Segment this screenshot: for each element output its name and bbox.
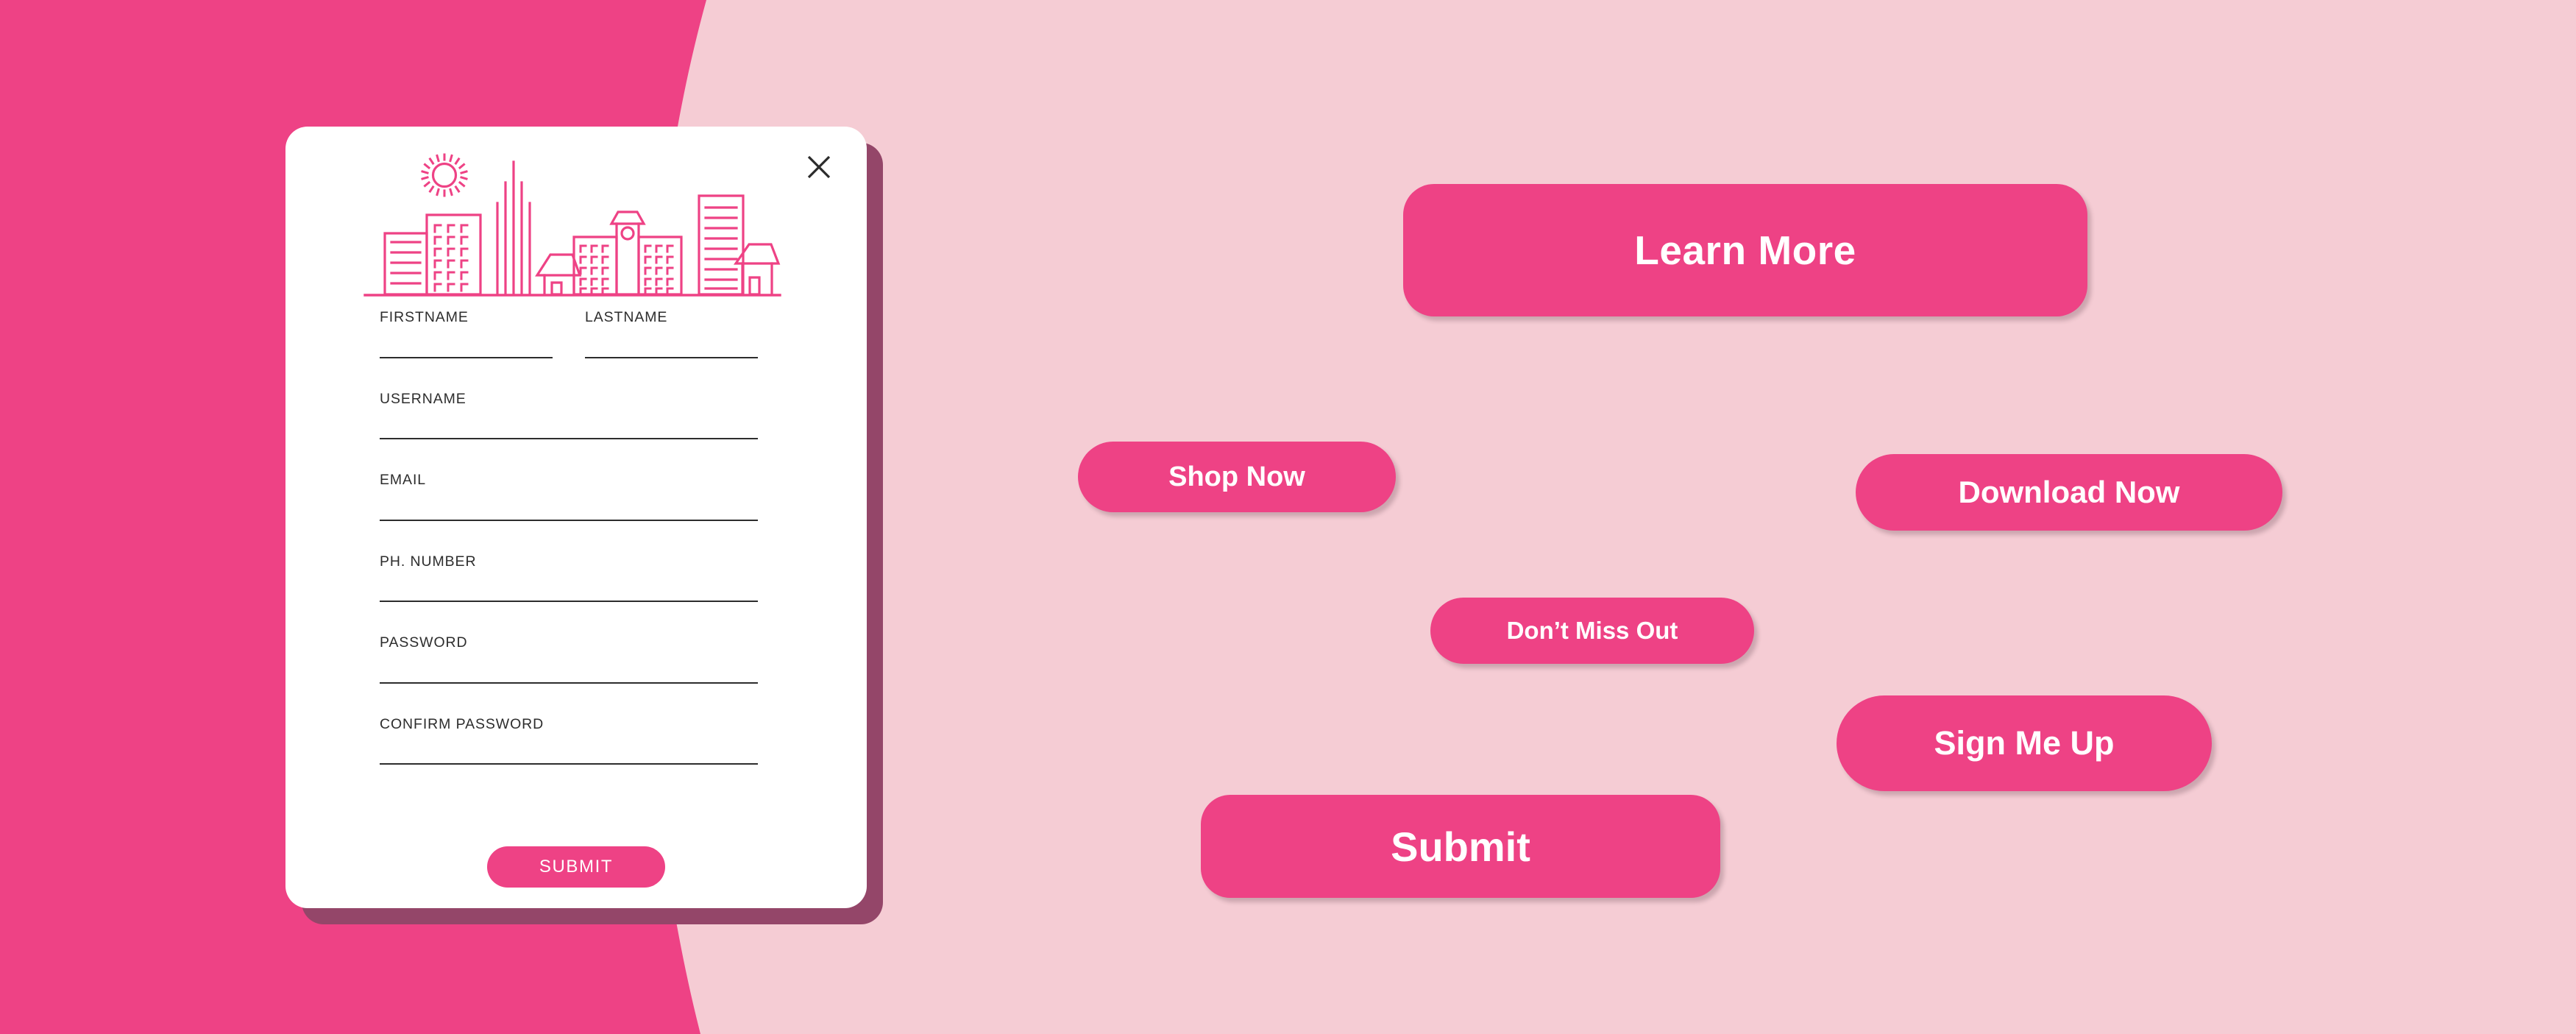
field-label-confirm-password: CONFIRM PASSWORD [380,715,544,732]
field-phone-number: PH. NUMBER [380,553,758,602]
field-label-phone-number: PH. NUMBER [380,553,477,570]
field-label-lastname: LASTNAME [585,309,668,325]
lastname-input[interactable] [585,356,758,358]
field-confirm-password: CONFIRM PASSWORD [380,715,758,765]
page-canvas: FIRSTNAME LASTNAME USERNAME EMAIL PH. NU… [0,0,2576,1034]
field-lastname: LASTNAME [585,309,758,358]
close-icon [807,155,831,179]
password-input[interactable] [380,681,758,684]
field-label-email: EMAIL [380,472,427,488]
field-label-username: USERNAME [380,390,466,407]
form-submit-button[interactable]: SUBMIT [487,846,665,888]
username-input[interactable] [380,438,758,439]
firstname-input[interactable] [380,356,553,358]
field-email: EMAIL [380,472,758,521]
submit-button[interactable]: Submit [1201,795,1720,898]
learn-more-button[interactable]: Learn More [1403,184,2087,316]
download-now-button[interactable]: Download Now [1856,454,2282,531]
phone-number-input[interactable] [380,601,758,602]
shop-now-button[interactable]: Shop Now [1078,442,1396,512]
confirm-password-input[interactable] [380,763,758,765]
dont-miss-out-button[interactable]: Don’t Miss Out [1430,598,1754,664]
field-label-password: PASSWORD [380,634,468,651]
field-password: PASSWORD [380,634,758,684]
field-label-firstname: FIRSTNAME [380,309,469,325]
card-surface: FIRSTNAME LASTNAME USERNAME EMAIL PH. NU… [285,127,867,908]
city-skyline-illustration [363,153,781,297]
close-button[interactable] [802,150,836,184]
name-row: FIRSTNAME LASTNAME [380,309,758,358]
form-fields-group: FIRSTNAME LASTNAME USERNAME EMAIL PH. NU… [380,309,758,765]
field-firstname: FIRSTNAME [380,309,553,358]
sign-me-up-button[interactable]: Sign Me Up [1837,695,2212,791]
field-username: USERNAME [380,390,758,439]
email-input[interactable] [380,519,758,521]
signup-form-card: FIRSTNAME LASTNAME USERNAME EMAIL PH. NU… [285,127,883,924]
